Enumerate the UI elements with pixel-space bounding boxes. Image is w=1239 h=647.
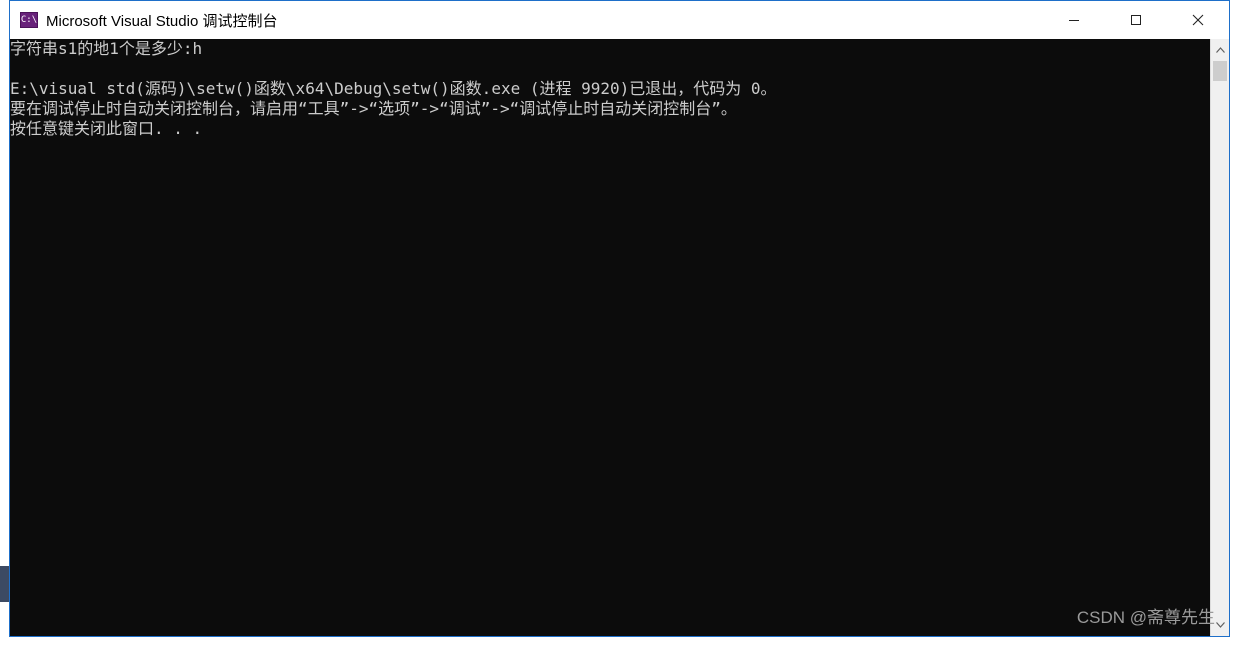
minimize-icon: [1069, 20, 1079, 21]
maximize-button[interactable]: [1105, 1, 1167, 39]
background-ide-output-strip: [0, 637, 1239, 647]
background-ide-left-strip: [0, 0, 9, 647]
console-line: E:\visual std(源码)\setw()函数\x64\Debug\set…: [10, 79, 777, 98]
vertical-scrollbar[interactable]: [1210, 39, 1229, 636]
window-title: Microsoft Visual Studio 调试控制台: [46, 12, 278, 30]
console-window[interactable]: C:\ Microsoft Visual Studio 调试控制台 字符串s1的…: [9, 0, 1230, 637]
close-button[interactable]: [1167, 1, 1229, 39]
console-line: 字符串s1的地1个是多少:h: [10, 39, 203, 58]
close-icon: [1192, 14, 1204, 26]
console-line: 要在调试停止时自动关闭控制台，请启用“工具”->“选项”->“调试”->“调试停…: [10, 99, 737, 118]
minimize-button[interactable]: [1043, 1, 1105, 39]
watermark: CSDN @斋尊先生: [1076, 608, 1215, 627]
maximize-icon: [1131, 15, 1141, 25]
title-bar[interactable]: C:\ Microsoft Visual Studio 调试控制台: [10, 1, 1229, 39]
console-app-icon: C:\: [20, 12, 38, 28]
scroll-thumb[interactable]: [1213, 61, 1227, 81]
console-line: 按任意键关闭此窗口. . .: [10, 119, 203, 138]
window-controls: [1043, 1, 1229, 39]
desktop: C:\ Microsoft Visual Studio 调试控制台 字符串s1的…: [0, 0, 1239, 647]
chevron-up-icon: [1215, 47, 1225, 53]
console-output[interactable]: 字符串s1的地1个是多少:h E:\visual std(源码)\setw()函…: [10, 39, 1210, 636]
chevron-down-icon: [1215, 622, 1225, 628]
background-ide-right-strip: [1229, 0, 1239, 647]
scroll-up-button[interactable]: [1211, 41, 1229, 59]
